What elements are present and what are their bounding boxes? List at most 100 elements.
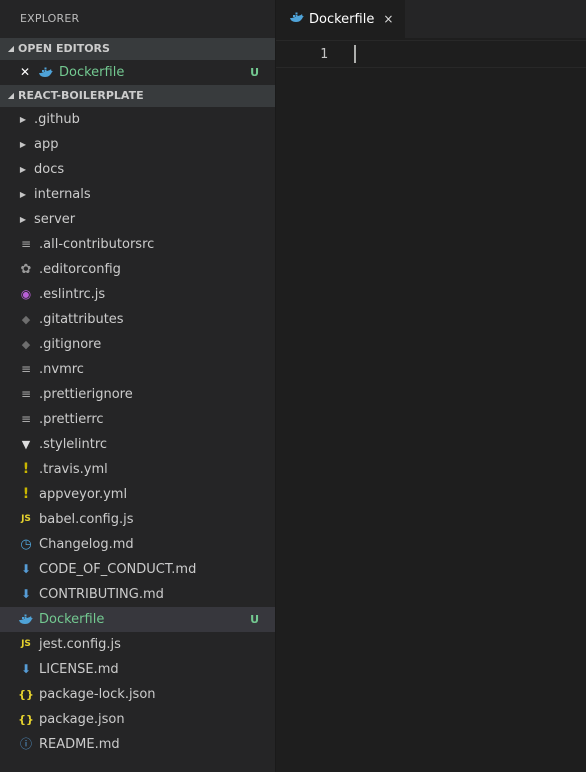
chevron-right-icon: ▶ [19,140,27,149]
file-label: .gitignore [39,337,102,352]
chevron-right-icon: ▶ [19,215,27,224]
open-editors-title: OPEN EDITORS [18,42,110,55]
git-icon: ◆ [21,338,31,351]
line-number: 1 [320,46,328,62]
caret-down-icon: ◢ [7,44,15,53]
file-item[interactable]: ≡ .all-contributorsrc [0,232,275,257]
tab-close-icon[interactable]: × [383,12,393,26]
text-cursor [354,45,356,63]
yml-icon: ! [22,461,30,477]
file-label: appveyor.yml [39,487,128,502]
file-item[interactable]: ≡ .prettierignore [0,382,275,407]
close-icon[interactable]: ✕ [18,60,32,85]
file-item[interactable]: Dockerfile U [0,607,275,632]
tab-dockerfile[interactable]: Dockerfile × [276,0,406,38]
file-label: package.json [39,712,125,727]
yml-icon: ! [22,486,30,502]
chevron-right-icon: ▶ [19,190,27,199]
folder-label: docs [34,162,65,177]
file-label: .prettierrc [39,412,104,427]
info-icon: ⓘ [19,737,32,751]
file-label: .stylelintrc [39,437,108,452]
file-item[interactable]: ⬇ CONTRIBUTING.md [0,582,275,607]
explorer-sidebar: EXPLORER ◢ OPEN EDITORS ✕ Dockerfile U ◢… [0,0,276,772]
file-item[interactable]: ! .travis.yml [0,457,275,482]
folder-item[interactable]: ▶ .github [0,107,275,132]
file-label: .gitattributes [39,312,124,327]
docker-icon [38,65,54,81]
file-item[interactable]: ▼ .stylelintrc [0,432,275,457]
file-item[interactable]: ! appveyor.yml [0,482,275,507]
git-icon: ◆ [21,313,31,326]
file-item[interactable]: JS babel.config.js [0,507,275,532]
file-item[interactable]: ◆ .gitattributes [0,307,275,332]
docker-icon [290,12,304,26]
open-editor-label: Dockerfile [59,65,125,80]
file-label: Dockerfile [39,612,105,627]
file-item[interactable]: ◉ .eslintrc.js [0,282,275,307]
docker-icon [18,612,34,628]
folder-item[interactable]: ▶ docs [0,157,275,182]
file-label: jest.config.js [39,637,121,652]
file-item[interactable]: JS jest.config.js [0,632,275,657]
folder-item[interactable]: ▶ app [0,132,275,157]
file-item[interactable]: ≡ .nvmrc [0,357,275,382]
file-item[interactable]: ⓘ README.md [0,732,275,757]
json-icon: {} [18,713,34,726]
file-label: .nvmrc [39,362,84,377]
chevron-right-icon: ▶ [19,165,27,174]
file-list: ≡ .all-contributorsrc ✿ .editorconfig ◉ .esli… [0,232,275,757]
untracked-badge: U [250,613,259,626]
file-label: .eslintrc.js [39,287,106,302]
lines-icon: ≡ [20,387,32,401]
file-label: .all-contributorsrc [39,237,155,252]
file-label: .prettierignore [39,387,133,402]
file-item[interactable]: ◆ .gitignore [0,332,275,357]
markdown-icon: ⬇ [20,562,32,576]
file-item[interactable]: {} package.json [0,707,275,732]
folder-item[interactable]: ▶ server [0,207,275,232]
file-label: LICENSE.md [39,662,119,677]
folder-label: internals [34,187,91,202]
gear-icon: ✿ [20,262,32,277]
project-title: REACT-BOILERPLATE [18,89,144,102]
js-icon: JS [21,514,31,524]
open-editor-item[interactable]: ✕ Dockerfile U [0,60,275,85]
chevron-right-icon: ▶ [19,115,27,124]
file-label: CODE_OF_CONDUCT.md [39,562,197,577]
clock-icon: ◷ [20,537,32,552]
folder-label: server [34,212,76,227]
file-item[interactable]: ✿ .editorconfig [0,257,275,282]
file-item[interactable]: ⬇ LICENSE.md [0,657,275,682]
folder-label: app [34,137,59,152]
lines-icon: ≡ [20,237,32,251]
untracked-badge: U [250,66,259,79]
file-label: README.md [39,737,120,752]
file-item[interactable]: {} package-lock.json [0,682,275,707]
lines-icon: ≡ [20,412,32,426]
folder-item[interactable]: ▶ internals [0,182,275,207]
file-label: .travis.yml [39,462,108,477]
explorer-title: EXPLORER [20,12,80,25]
markdown-icon: ⬇ [20,587,32,601]
editor-line-1[interactable]: 1 [276,40,586,68]
tab-bar: Dockerfile × [276,0,586,38]
open-editors-header[interactable]: ◢ OPEN EDITORS [0,38,275,60]
tab-label: Dockerfile [309,11,375,27]
file-label: Changelog.md [39,537,134,552]
json-icon: {} [18,688,34,701]
caret-down-icon: ◢ [7,91,15,100]
eslint-icon: ◉ [20,287,32,301]
editor-area[interactable]: Dockerfile × 1 [276,0,586,772]
project-header[interactable]: ◢ REACT-BOILERPLATE [0,85,275,107]
file-label: package-lock.json [39,687,156,702]
file-label: babel.config.js [39,512,134,527]
file-item[interactable]: ◷ Changelog.md [0,532,275,557]
markdown-icon: ⬇ [20,662,32,676]
js-icon: JS [21,639,31,649]
folder-label: .github [34,112,80,127]
lines-icon: ≡ [20,362,32,376]
file-item[interactable]: ≡ .prettierrc [0,407,275,432]
file-label: .editorconfig [39,262,121,277]
file-item[interactable]: ⬇ CODE_OF_CONDUCT.md [0,557,275,582]
